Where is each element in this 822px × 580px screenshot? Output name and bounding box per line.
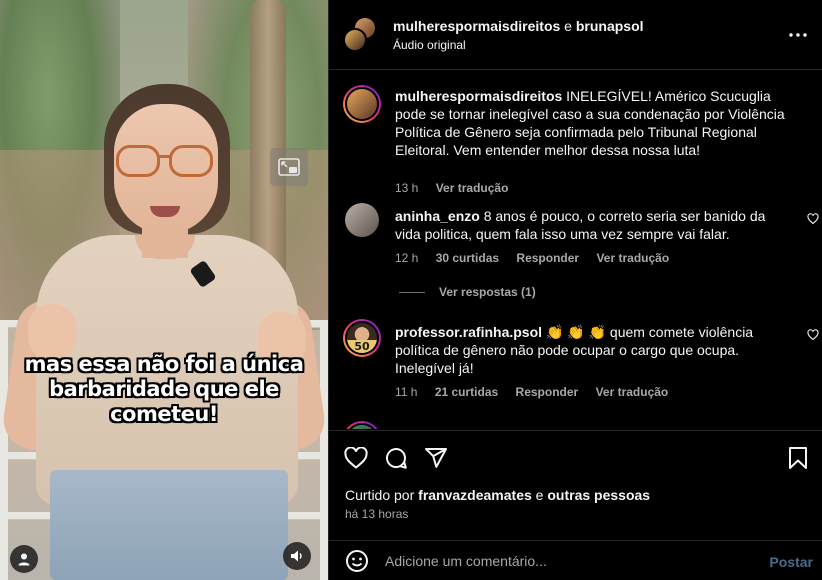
avatar[interactable]: 50 xyxy=(343,319,381,357)
liked-by: Curtido por franvazdeamates e outras pes… xyxy=(345,487,650,503)
video-caption: mas essa não foi a única barbaridade que… xyxy=(14,352,314,427)
avatar xyxy=(343,28,367,52)
more-options-button[interactable] xyxy=(787,24,809,46)
heart-icon xyxy=(344,447,368,469)
post-actions: Curtido por franvazdeamates e outras pes… xyxy=(329,430,822,546)
post-header: mulherespormaisdireitos e brunapsol Áudi… xyxy=(329,0,822,70)
like-comment-button[interactable] xyxy=(807,213,819,225)
comment-button[interactable] xyxy=(383,445,409,471)
likes-count[interactable]: 21 curtidas xyxy=(435,385,498,399)
liked-by-others-link[interactable]: outras pessoas xyxy=(547,487,650,503)
liked-by-prefix: Curtido por xyxy=(345,487,415,503)
audio-label[interactable]: Áudio original xyxy=(393,38,466,52)
timestamp: 11 h xyxy=(395,385,418,399)
avatar[interactable] xyxy=(343,421,381,429)
post-comment-button[interactable]: Postar xyxy=(769,554,813,570)
view-replies-label: Ver respostas (1) xyxy=(439,285,536,299)
collab-avatars[interactable] xyxy=(343,16,379,52)
tagged-users-button[interactable] xyxy=(10,545,38,573)
post-timestamp[interactable]: há 13 horas xyxy=(345,507,408,521)
avatar[interactable] xyxy=(343,85,381,123)
replies-divider xyxy=(399,291,425,293)
reply-button[interactable]: Responder xyxy=(516,251,579,265)
heart-icon xyxy=(807,213,819,225)
caption-text: mulherespormaisdireitos INELEGÍVEL! Amér… xyxy=(395,87,791,159)
comment-icon xyxy=(386,448,407,469)
audio-toggle-button[interactable] xyxy=(283,542,311,570)
comment-input[interactable] xyxy=(385,552,755,570)
view-replies-button[interactable]: Ver respostas (1) xyxy=(399,285,536,299)
comment-meta: 12 h 30 curtidas Responder Ver tradução xyxy=(395,251,683,265)
comment-meta: 11 h 21 curtidas Responder Ver tradução xyxy=(395,385,682,399)
add-comment-bar: Postar xyxy=(329,540,822,580)
post-modal: mas essa não foi a única barbaridade que… xyxy=(0,0,822,580)
like-comment-button[interactable] xyxy=(807,329,819,341)
author-link[interactable]: brunapsol xyxy=(576,18,644,34)
likes-count[interactable]: 30 curtidas xyxy=(436,251,499,265)
reel-video[interactable]: mas essa não foi a única barbaridade que… xyxy=(0,0,328,580)
user-icon xyxy=(18,553,30,566)
see-translation-link[interactable]: Ver tradução xyxy=(596,385,669,399)
username-link[interactable]: mulherespormaisdireitos xyxy=(395,88,562,104)
timestamp: 12 h xyxy=(395,251,419,265)
post-sidebar: mulherespormaisdireitos e brunapsol Áudi… xyxy=(328,0,822,580)
see-translation-link[interactable]: Ver tradução xyxy=(436,181,509,195)
share-button[interactable] xyxy=(423,445,449,471)
picture-in-picture-button[interactable] xyxy=(270,148,308,186)
speaker-glasses xyxy=(116,145,214,179)
author-link[interactable]: mulherespormaisdireitos xyxy=(393,18,560,34)
caption-line: mas essa não foi a única xyxy=(24,352,304,376)
collab-authors: mulherespormaisdireitos e brunapsol xyxy=(393,18,644,34)
comment-text: aninha_enzo 8 anos é pouco, o correto se… xyxy=(395,207,791,243)
caption-meta: 13 h Ver tradução xyxy=(395,181,522,195)
username-link[interactable]: aninha_enzo xyxy=(395,208,480,224)
timestamp: 13 h xyxy=(395,181,419,195)
liked-by-user-link[interactable]: franvazdeamates xyxy=(418,487,532,503)
avatar-badge: 50 xyxy=(347,339,377,353)
emoji-button[interactable] xyxy=(345,549,369,573)
username-link[interactable]: professor.rafinha.psol xyxy=(395,324,542,340)
picture-in-picture-icon xyxy=(278,158,300,176)
speaker xyxy=(0,0,328,580)
emoji-icon xyxy=(346,550,368,572)
save-button[interactable] xyxy=(785,445,811,471)
bookmark-icon xyxy=(789,447,807,469)
comment-text: professor.rafinha.psol 👏 👏 👏 quem comete… xyxy=(395,323,791,377)
speaker-jeans xyxy=(50,470,288,580)
like-button[interactable] xyxy=(343,445,369,471)
more-icon xyxy=(789,33,807,37)
caption-line: barbaridade que ele xyxy=(49,377,279,401)
send-icon xyxy=(425,448,447,468)
speaker-icon xyxy=(291,550,302,562)
see-translation-link[interactable]: Ver tradução xyxy=(596,251,669,265)
caption-line: cometeu! xyxy=(110,402,218,426)
liked-by-conjunction: e xyxy=(535,487,544,503)
comments-list[interactable]: mulherespormaisdireitos INELEGÍVEL! Amér… xyxy=(329,71,822,429)
reply-button[interactable]: Responder xyxy=(516,385,579,399)
authors-conjunction: e xyxy=(564,18,572,34)
avatar[interactable] xyxy=(345,203,379,237)
heart-icon xyxy=(807,329,819,341)
